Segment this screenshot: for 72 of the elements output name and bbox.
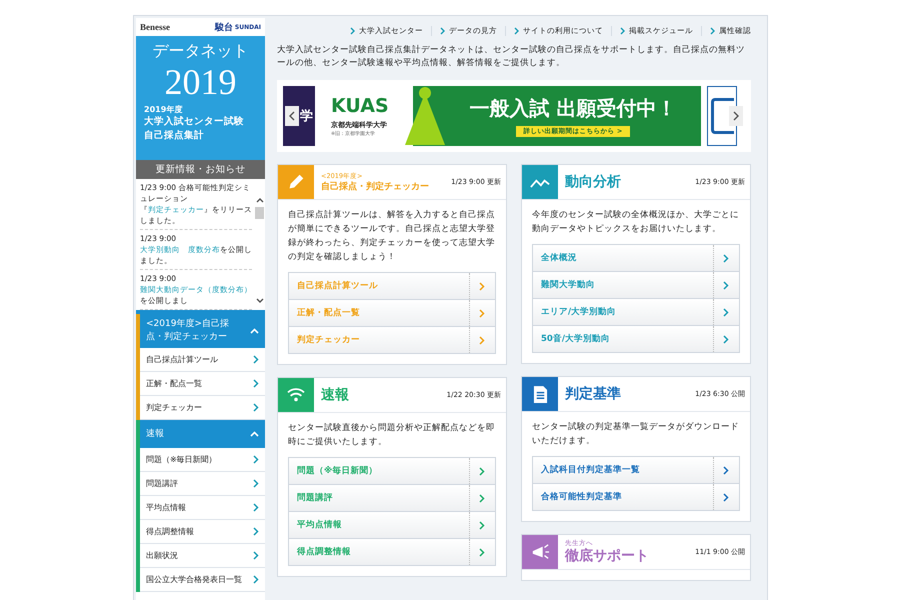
chevron-right-icon	[733, 111, 739, 121]
card-link[interactable]: 問題講評	[289, 484, 495, 511]
chevron-icon	[253, 551, 259, 560]
chevron-icon	[479, 466, 485, 476]
card-description: 自己採点計算ツールは、解答を入力すると自己採点が簡単にできるツールです。自己採点と志望大学登録が終わったら、判定チェッカーを使って志望大学の判定を確認しましょう！	[287, 208, 496, 264]
chevron-icon	[440, 27, 445, 35]
chevron-icon	[479, 520, 485, 530]
chevron-icon	[253, 403, 259, 412]
chevron-icon	[253, 455, 259, 464]
chevron-icon	[723, 280, 729, 290]
chevron-icon	[479, 282, 485, 290]
caret-icon	[250, 328, 259, 334]
card-title: 動向分析	[565, 174, 622, 190]
card-title: 徹底サポート	[565, 548, 650, 565]
chevron-icon	[479, 494, 485, 502]
brand-logo: Benesse	[140, 22, 170, 32]
card-link[interactable]: 合格可能性判定基準	[533, 483, 739, 510]
chevron-icon	[253, 355, 259, 364]
card-link[interactable]: 難関大学動向	[533, 271, 739, 298]
card-description: センター試験直後から問題分析や正解配点などを即時にご提供いたします。	[287, 422, 496, 449]
card-title: 速報	[321, 386, 350, 404]
next-button[interactable]	[729, 106, 743, 126]
caret-up-icon	[256, 197, 264, 203]
chevron-icon	[253, 379, 259, 388]
chevron-icon	[723, 466, 729, 474]
card-description: センター試験の判定基準一覧データがダウンロードいただけます。	[531, 420, 740, 448]
card-link[interactable]: エリア/大学別動向	[533, 298, 739, 325]
intro-text: 大学入試センター試験自己採点集計データネットは、センター試験の自己採点をサポートします。自己採点の無料ツールの他、センター試験速報や平均点情報、解答情報をご提供します。	[277, 44, 746, 70]
card-link[interactable]: 全体概況	[533, 245, 739, 271]
hero-year: 2019	[164, 62, 238, 102]
card-title: 自己採点・判定チェッカー	[321, 180, 430, 192]
chevron-icon	[620, 27, 625, 35]
chevron-icon	[253, 527, 259, 536]
university-logo: KUAS	[331, 96, 390, 116]
hero-subtitle: 大学入試センター試験	[144, 115, 245, 129]
hero-subtitle: 2019年度	[144, 104, 184, 115]
chevron-icon	[479, 308, 485, 318]
document-icon	[532, 384, 548, 404]
chevron-icon	[723, 254, 729, 262]
section-header[interactable]: 速報	[140, 420, 265, 448]
section-header[interactable]: <2019年度>自己採点・判定チェッカー	[140, 314, 265, 348]
chevron-icon	[723, 334, 729, 344]
card-link[interactable]: 50音/大学別動向	[533, 325, 739, 352]
chevron-left-icon	[289, 111, 295, 121]
megaphone-icon	[530, 543, 550, 561]
hero-subtitle: 自己採点集計	[144, 129, 205, 143]
wifi-icon	[286, 387, 306, 403]
chevron-icon	[479, 336, 485, 344]
chevron-icon	[253, 575, 259, 584]
chevron-icon	[710, 27, 715, 35]
chevron-icon	[723, 308, 729, 316]
news-header: 更新情報・お知らせ	[136, 160, 265, 179]
card-link[interactable]: 入試科目付判定基準一覧	[533, 457, 739, 483]
card-title: 判定基準	[565, 386, 622, 402]
card-link[interactable]: 得点調整情報	[289, 538, 495, 565]
hero-title: データネット	[152, 41, 250, 62]
chevron-icon	[253, 479, 259, 488]
chevron-icon	[253, 503, 259, 512]
caret-down-icon	[256, 298, 264, 304]
chevron-icon	[723, 492, 729, 502]
chevron-icon	[350, 27, 355, 35]
ad-headline: 一般入試 出願受付中！	[470, 95, 676, 122]
caret-icon	[250, 431, 259, 437]
scrollbar-thumb[interactable]	[255, 207, 264, 219]
previous-button[interactable]	[285, 106, 299, 126]
card-link[interactable]: 平均点情報	[289, 511, 495, 538]
card-description: 今年度のセンター試験の全体概況ほか、大学ごとに動向データやトピックスをお届けいたします。	[531, 208, 740, 236]
card-link[interactable]: 問題（※毎日新聞）	[289, 458, 495, 484]
brand-logo: 駿台	[214, 21, 233, 34]
chevron-icon	[479, 548, 485, 556]
chevron-icon	[514, 27, 519, 35]
triangle-drawing	[405, 87, 445, 145]
